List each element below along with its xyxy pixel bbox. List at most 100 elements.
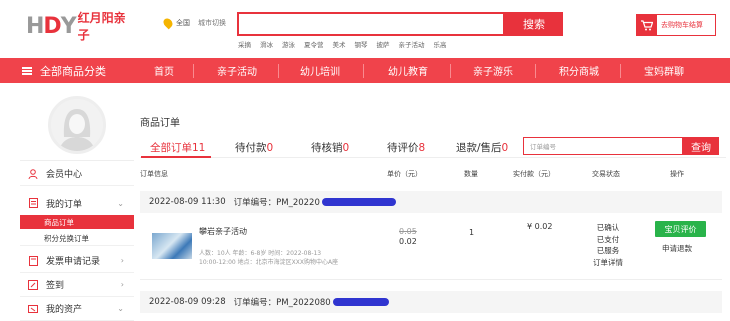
hot-keyword[interactable]: 夏令营 bbox=[304, 39, 324, 49]
sidebar-item-label: 我的资产 bbox=[46, 305, 83, 315]
search-button[interactable]: 搜索 bbox=[505, 12, 563, 36]
hot-keyword[interactable]: 采摘 bbox=[238, 39, 251, 49]
request-refund-link[interactable]: 申请退款 bbox=[662, 243, 692, 254]
edit-icon bbox=[28, 279, 38, 290]
sidebar-subitem-points-orders[interactable]: 积分兑换订单 bbox=[20, 232, 134, 246]
cart-icon bbox=[637, 15, 657, 35]
invoice-icon bbox=[28, 255, 38, 266]
hot-keyword[interactable]: 游泳 bbox=[282, 39, 295, 49]
chevron-down-icon: ⌄ bbox=[117, 304, 124, 313]
hot-keywords: 采摘 滑冰 游泳 夏令营 美术 钢琴 披萨 亲子活动 乐高 bbox=[238, 39, 447, 49]
sidebar-item-label: 会员中心 bbox=[46, 170, 83, 180]
logo-mark: HDY bbox=[26, 13, 77, 39]
cart-checkout-button[interactable]: 去购物车结算 bbox=[636, 14, 716, 36]
chevron-right-icon: › bbox=[120, 280, 124, 289]
hot-keyword[interactable]: 乐高 bbox=[434, 39, 447, 49]
chevron-right-icon: › bbox=[120, 256, 124, 265]
status-served: 已服务 bbox=[596, 246, 620, 255]
sidebar-item-my-assets[interactable]: 我的资产 ⌄ bbox=[20, 297, 134, 321]
redaction-mark bbox=[321, 198, 396, 206]
review-button[interactable]: 宝贝评价 bbox=[655, 221, 706, 237]
user-icon bbox=[28, 168, 38, 179]
status-paid: 已支付 bbox=[596, 234, 620, 244]
tab-divider bbox=[140, 157, 726, 158]
status-confirmed: 已确认 bbox=[596, 223, 620, 232]
row-divider bbox=[140, 279, 722, 280]
order-details-link[interactable]: 订单详情 bbox=[588, 257, 628, 269]
location-pin-icon bbox=[161, 16, 175, 30]
nav-item-mom-group-chat[interactable]: 宝妈群聊 bbox=[634, 58, 694, 83]
sidebar-item-label: 签到 bbox=[46, 281, 65, 291]
nav-divider bbox=[278, 64, 279, 78]
nav-divider bbox=[535, 64, 536, 78]
header-actions: 操作 bbox=[670, 170, 684, 178]
hot-keyword[interactable]: 美术 bbox=[333, 39, 346, 49]
logo-text: 红月阳亲子 bbox=[77, 11, 126, 42]
header-unit-price: 单价（元） bbox=[387, 170, 422, 178]
location-selector[interactable]: 全国 城市切换 bbox=[161, 16, 226, 30]
tab-refund-aftersale[interactable]: 退款/售后0 bbox=[456, 140, 508, 155]
unit-price: 0.02 bbox=[399, 237, 417, 246]
page-title: 商品订单 bbox=[140, 118, 180, 129]
menu-icon bbox=[22, 66, 32, 75]
product-title[interactable]: 攀岩亲子活动 bbox=[199, 226, 247, 237]
nav-divider bbox=[193, 64, 194, 78]
sidebar-subitem-goods-orders[interactable]: 商品订单 bbox=[20, 215, 134, 229]
active-tab-indicator bbox=[141, 156, 211, 158]
avatar[interactable] bbox=[48, 96, 106, 154]
tab-all-orders[interactable]: 全部订单11 bbox=[150, 140, 205, 155]
order-datetime: 2022-08-09 11:30 bbox=[149, 197, 226, 207]
nav-item-family-play[interactable]: 亲子游乐 bbox=[463, 58, 523, 83]
product-meta: 人数：10人 年龄：6-8岁 时间：2022-08-13 10:00-12:00… bbox=[199, 249, 389, 267]
product-meta-line: 人数：10人 年龄：6-8岁 时间：2022-08-13 bbox=[199, 250, 322, 257]
nav-item-home[interactable]: 首页 bbox=[140, 58, 188, 83]
document-icon bbox=[28, 198, 38, 208]
nav-divider bbox=[450, 64, 451, 78]
wallet-icon bbox=[28, 304, 38, 314]
tab-pending-review[interactable]: 待评价8 bbox=[387, 140, 425, 155]
order-number-search-input[interactable]: 订单编号 bbox=[523, 137, 683, 155]
chevron-down-icon: ⌄ bbox=[117, 198, 124, 208]
order-number: 订单编号：PM_2022080 bbox=[233, 298, 331, 308]
sidebar-item-my-orders[interactable]: 我的订单 ⌄ bbox=[20, 191, 134, 215]
sidebar-item-checkin[interactable]: 签到 › bbox=[20, 273, 134, 297]
redaction-mark bbox=[332, 298, 389, 306]
tab-pending-payment[interactable]: 待付款0 bbox=[235, 140, 273, 155]
tab-pending-verification[interactable]: 待核销0 bbox=[311, 140, 349, 155]
header-order-info: 订单信息 bbox=[140, 170, 168, 178]
nav-divider bbox=[363, 64, 364, 78]
sidebar-item-member-center[interactable]: 会员中心 bbox=[20, 162, 134, 186]
order-group-header: 2022-08-09 11:30 订单编号：PM_20220 bbox=[140, 191, 722, 213]
product-thumbnail[interactable] bbox=[152, 233, 192, 259]
all-categories-menu[interactable]: 全部商品分类 bbox=[22, 58, 132, 83]
nav-item-child-training[interactable]: 幼儿培训 bbox=[290, 58, 350, 83]
paid-amount: ¥ 0.02 bbox=[527, 222, 553, 231]
hot-keyword[interactable]: 披萨 bbox=[377, 39, 390, 49]
nav-item-child-education[interactable]: 幼儿教育 bbox=[378, 58, 438, 83]
cart-label: 去购物车结算 bbox=[661, 21, 703, 29]
nav-item-family-activities[interactable]: 亲子活动 bbox=[207, 58, 267, 83]
original-price: 0.05 bbox=[399, 227, 417, 236]
sidebar-item-invoice-records[interactable]: 发票申请记录 › bbox=[20, 249, 134, 273]
header-quantity: 数量 bbox=[464, 170, 478, 178]
order-number: 订单编号：PM_20220 bbox=[233, 198, 320, 208]
product-meta-line: 10:00-12:00 地点：北京市海淀区XXX购物中心A座 bbox=[199, 259, 339, 266]
city-switch-link[interactable]: 城市切换 bbox=[198, 18, 226, 28]
site-logo[interactable]: HDY 红月阳亲子 bbox=[26, 10, 130, 42]
all-categories-label: 全部商品分类 bbox=[40, 64, 106, 78]
sidebar-item-label: 我的订单 bbox=[46, 199, 83, 210]
hot-keyword[interactable]: 钢琴 bbox=[355, 39, 368, 49]
sidebar-item-label: 发票申请记录 bbox=[46, 257, 101, 267]
nav-item-points-mall[interactable]: 积分商城 bbox=[549, 58, 609, 83]
nav-divider bbox=[620, 64, 621, 78]
order-datetime: 2022-08-09 09:28 bbox=[149, 297, 226, 307]
hot-keyword[interactable]: 亲子活动 bbox=[399, 39, 425, 49]
quantity: 1 bbox=[469, 228, 475, 237]
current-city: 全国 bbox=[176, 19, 190, 27]
header-paid: 实付款（元） bbox=[513, 170, 555, 178]
hot-keyword[interactable]: 滑冰 bbox=[260, 39, 273, 49]
order-group-header: 2022-08-09 09:28 订单编号：PM_2022080 bbox=[140, 291, 722, 313]
order-status: 已确认 已支付 已服务 订单详情 bbox=[592, 222, 624, 268]
search-input[interactable] bbox=[237, 12, 505, 36]
order-search-button[interactable]: 查询 bbox=[683, 137, 719, 155]
